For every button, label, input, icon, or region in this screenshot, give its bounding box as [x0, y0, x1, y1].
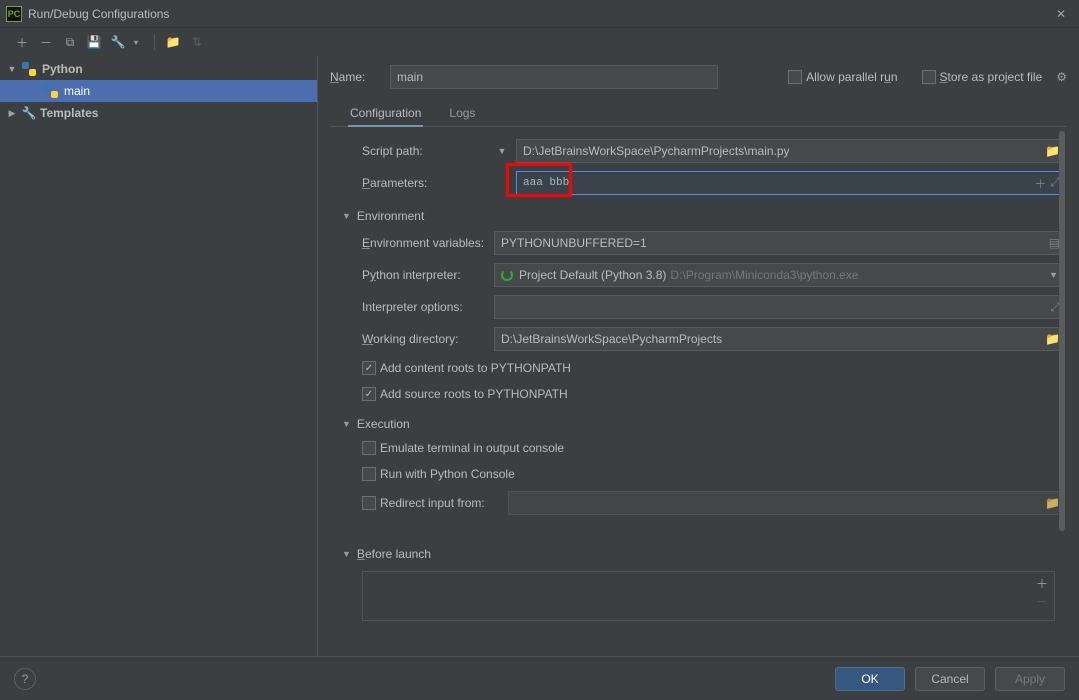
environment-section[interactable]: ▼ Environment — [332, 199, 1065, 227]
tree-item-main[interactable]: main — [0, 80, 317, 102]
plus-icon[interactable]: ＋ — [1034, 175, 1046, 192]
chevron-down-icon: ▼ — [6, 64, 18, 74]
env-vars-input[interactable]: PYTHONUNBUFFERED=1 ▤ — [494, 231, 1065, 255]
script-path-value: D:\JetBrainsWorkSpace\PycharmProjects\ma… — [523, 144, 790, 158]
tree-templates-label: Templates — [40, 106, 98, 120]
scrollbar-thumb[interactable] — [1059, 131, 1065, 531]
parameters-label: Parameters: — [362, 176, 488, 190]
checkbox-icon — [362, 467, 376, 481]
scrollbar[interactable] — [1057, 127, 1067, 656]
interpreter-value: Project Default (Python 3.8) — [519, 268, 666, 282]
script-path-input[interactable]: D:\JetBrainsWorkSpace\PycharmProjects\ma… — [516, 139, 1065, 163]
chevron-down-icon: ▼ — [342, 419, 351, 429]
save-config-button[interactable]: 💾 — [84, 32, 104, 52]
ok-button[interactable]: OK — [835, 667, 905, 691]
add-config-button[interactable]: ＋ — [12, 32, 32, 52]
name-label: Name: — [330, 70, 380, 84]
env-vars-value: PYTHONUNBUFFERED=1 — [501, 236, 647, 250]
env-vars-label: Environment variables: — [362, 236, 488, 250]
add-source-roots-checkbox[interactable]: ✓ Add source roots to PYTHONPATH — [362, 387, 568, 401]
help-button[interactable]: ? — [14, 668, 36, 690]
config-panel: Name: Allow parallel run Store as projec… — [318, 56, 1079, 656]
wrench-icon: 🔧 — [22, 106, 36, 120]
pycharm-icon: PC — [6, 6, 22, 22]
config-scroll: Script path: ▼ D:\JetBrainsWorkSpace\Pyc… — [330, 127, 1067, 656]
loading-icon — [501, 269, 513, 281]
allow-parallel-checkbox[interactable]: Allow parallel run — [788, 70, 897, 84]
working-dir-label: Working directory: — [362, 332, 488, 346]
window-title: Run/Debug Configurations — [28, 7, 1049, 21]
before-launch-label: Before launch — [357, 547, 431, 561]
checkbox-icon — [788, 70, 802, 84]
tab-logs[interactable]: Logs — [447, 102, 477, 126]
titlebar: PC Run/Debug Configurations ✕ — [0, 0, 1079, 28]
tab-bar: Configuration Logs — [330, 98, 1067, 127]
checkbox-icon — [362, 441, 376, 455]
emulate-terminal-checkbox[interactable]: Emulate terminal in output console — [362, 441, 564, 455]
run-python-console-checkbox[interactable]: Run with Python Console — [362, 467, 515, 481]
name-input[interactable] — [390, 65, 718, 89]
apply-button[interactable]: Apply — [995, 667, 1065, 691]
checkbox-checked-icon: ✓ — [362, 361, 376, 375]
interpreter-hint: D:\Program\Miniconda3\python.exe — [670, 268, 858, 282]
checkbox-icon — [362, 496, 376, 510]
add-source-roots-label: Add source roots to PYTHONPATH — [380, 387, 568, 401]
script-path-label: Script path: — [362, 144, 488, 158]
store-as-project-label: Store as project file — [940, 70, 1043, 84]
interpreter-label: Python interpreter: — [362, 268, 488, 282]
chevron-down-icon: ▼ — [342, 211, 351, 221]
store-as-project-checkbox[interactable]: Store as project file — [922, 70, 1043, 84]
add-content-roots-label: Add content roots to PYTHONPATH — [380, 361, 571, 375]
name-row: Name: Allow parallel run Store as projec… — [330, 56, 1067, 98]
execution-section[interactable]: ▼ Execution — [332, 407, 1065, 435]
chevron-right-icon: ▶ — [6, 108, 18, 119]
parameters-input[interactable]: aaa bbb ＋ ⤢ — [516, 171, 1065, 195]
interp-options-label: Interpreter options: — [362, 300, 488, 314]
config-tree: ▼ Python main ▶ 🔧 Templates — [0, 56, 318, 656]
remove-task-button[interactable]: － — [1036, 596, 1048, 608]
sort-icon[interactable]: ⇅ — [187, 32, 207, 52]
add-content-roots-checkbox[interactable]: ✓ Add content roots to PYTHONPATH — [362, 361, 571, 375]
python-icon — [44, 84, 58, 98]
checkbox-icon — [922, 70, 936, 84]
close-icon[interactable]: ✕ — [1049, 7, 1073, 21]
config-toolbar: ＋ － ⧉ 💾 🔧 ▾ 📁 ⇅ — [0, 28, 1079, 56]
redirect-input-checkbox[interactable]: Redirect input from: — [362, 496, 502, 510]
tree-templates-group[interactable]: ▶ 🔧 Templates — [0, 102, 317, 124]
environment-section-label: Environment — [357, 209, 424, 223]
run-python-console-label: Run with Python Console — [380, 467, 515, 481]
interpreter-dropdown[interactable]: Project Default (Python 3.8) D:\Program\… — [494, 263, 1065, 287]
python-icon — [22, 62, 36, 76]
redirect-input-field: 📁 — [508, 491, 1065, 515]
before-launch-list: ＋ － — [362, 571, 1055, 621]
footer: ? OK Cancel Apply — [0, 656, 1079, 700]
copy-config-button[interactable]: ⧉ — [60, 32, 80, 52]
redirect-input-label: Redirect input from: — [380, 496, 485, 510]
emulate-terminal-label: Emulate terminal in output console — [380, 441, 564, 455]
working-dir-input[interactable]: D:\JetBrainsWorkSpace\PycharmProjects 📁 — [494, 327, 1065, 351]
before-launch-section[interactable]: ▼ Before launch — [332, 537, 1065, 565]
folder-up-icon[interactable]: 📁 — [163, 32, 183, 52]
checkbox-checked-icon: ✓ — [362, 387, 376, 401]
tree-item-label: main — [64, 84, 90, 98]
chevron-down-icon[interactable]: ▼ — [494, 146, 510, 156]
add-task-button[interactable]: ＋ — [1036, 578, 1048, 590]
tab-configuration[interactable]: Configuration — [348, 102, 423, 126]
gear-icon[interactable]: ⚙ — [1056, 70, 1067, 84]
execution-section-label: Execution — [357, 417, 410, 431]
tree-python-group[interactable]: ▼ Python — [0, 58, 317, 80]
interp-options-input[interactable]: ⤢ — [494, 295, 1065, 319]
working-dir-value: D:\JetBrainsWorkSpace\PycharmProjects — [501, 332, 722, 346]
separator — [154, 34, 155, 50]
allow-parallel-label: Allow parallel run — [806, 70, 897, 84]
tree-python-label: Python — [42, 62, 83, 76]
wrench-icon[interactable]: 🔧 — [108, 32, 128, 52]
cancel-button[interactable]: Cancel — [915, 667, 985, 691]
chevron-down-icon: ▼ — [342, 549, 351, 559]
parameters-value: aaa bbb — [523, 177, 569, 189]
wrench-dropdown-icon[interactable]: ▾ — [126, 32, 146, 52]
remove-config-button[interactable]: － — [36, 32, 56, 52]
